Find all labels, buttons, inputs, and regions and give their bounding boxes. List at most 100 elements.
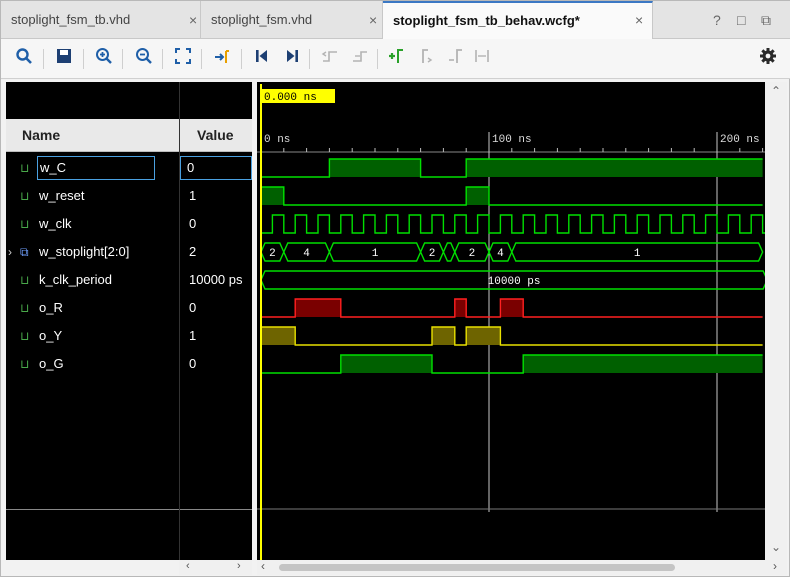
scroll-left-icon[interactable]: ‹ (186, 560, 190, 572)
settings-icon[interactable] (757, 47, 779, 71)
time-label: 200 ns (720, 134, 760, 146)
signal-name: w_clk (39, 216, 72, 231)
tab-label: stoplight_fsm_tb_behav.wcfg* (393, 13, 580, 28)
signal-name: o_Y (39, 328, 63, 343)
signal-row[interactable]: ⊔ o_R (6, 294, 179, 322)
go-to-cursor-icon[interactable] (211, 47, 233, 71)
cursor-time-label: 0.000 ns (264, 92, 317, 104)
bus-value-label: 4 (303, 248, 310, 260)
chevron-right-icon[interactable]: › (8, 238, 12, 266)
maximize-icon[interactable]: □ (737, 1, 745, 39)
value-column-header[interactable]: Value (180, 119, 252, 152)
wave-o_R-high-fill (454, 299, 467, 317)
time-label: 0 ns (264, 134, 290, 146)
logic-signal-icon: ⊔ (20, 217, 30, 231)
signal-value: 0 (180, 156, 252, 180)
close-icon[interactable]: × (189, 1, 197, 39)
signal-name-pane: Name ⊔ w_C ⊔ w_reset ⊔ w_clk › ⧉ w_stoplight[2:0… (6, 82, 179, 560)
waveform-window: stoplight_fsm_tb.vhd × stoplight_fsm.vhd… (0, 0, 790, 577)
scroll-down-icon[interactable]: ⌄ (771, 540, 781, 554)
wave-o_Y-high-fill (261, 327, 296, 345)
tab-label: stoplight_fsm_tb.vhd (11, 12, 131, 27)
bus-segment (442, 242, 456, 262)
wave-w_clk (261, 214, 768, 234)
output-signal-icon: ⊔ (20, 329, 30, 343)
scroll-right-icon[interactable]: › (237, 560, 241, 572)
close-icon[interactable]: × (635, 3, 643, 38)
bus-value-label: 2 (469, 248, 476, 260)
wave-o_G-high-fill (523, 355, 763, 373)
tab-stoplight-fsm-vhd[interactable]: stoplight_fsm.vhd × (201, 1, 383, 39)
signal-row[interactable]: ⊔ w_C (6, 154, 179, 182)
horizontal-scrollbar[interactable]: ‹ › (257, 559, 787, 575)
signal-value: 1 (189, 188, 197, 203)
bus-value-label: 4 (497, 248, 504, 260)
signal-row[interactable]: ⊔ k_clk_period (6, 266, 179, 294)
previous-transition-icon[interactable] (319, 47, 341, 71)
swap-cursors-icon[interactable] (471, 47, 493, 71)
wave-o_Y-high-fill (466, 327, 501, 345)
scrollbar-thumb[interactable] (279, 564, 675, 571)
next-marker-icon[interactable] (445, 47, 467, 71)
output-signal-icon: ⊔ (20, 301, 30, 315)
scroll-up-icon[interactable]: ⌃ (771, 84, 781, 98)
tab-stoplight-fsm-tb-behav-wcfg[interactable]: stoplight_fsm_tb_behav.wcfg* × (383, 1, 653, 40)
signal-value-pane: Value 0 1 0 2 10000 ps 0 1 0 (179, 82, 252, 560)
vertical-scrollbar[interactable]: ⌃ ⌄ (765, 82, 787, 560)
wave-w_C-high-fill (329, 159, 421, 177)
zoom-fit-icon[interactable] (172, 47, 194, 71)
bus-value-label: 1 (372, 248, 379, 260)
waveform-pane[interactable]: 0 ns 100 ns 200 ns 0.000 ns 2 4 1 2 2 4 1 10000 ps (257, 82, 768, 560)
wave-w_reset (261, 186, 763, 206)
bus-value-label: 2 (269, 248, 276, 260)
constant-icon: ⊔ (20, 273, 30, 287)
waveform-canvas[interactable]: 0 ns 100 ns 200 ns 0.000 ns 2 4 1 2 2 4 1 10000 ps (257, 82, 768, 560)
save-icon[interactable] (53, 47, 75, 71)
search-icon[interactable] (13, 47, 35, 71)
wave-o_Y (261, 326, 763, 346)
add-marker-icon[interactable] (385, 47, 407, 71)
signal-value: 0 (189, 216, 197, 231)
wave-o_R-high-fill (500, 299, 524, 317)
signal-row[interactable]: ⊔ w_clk (6, 210, 179, 238)
help-icon[interactable]: ? (713, 1, 721, 39)
wave-o_G-high-fill (340, 355, 432, 373)
logic-signal-icon: ⊔ (20, 189, 30, 203)
close-icon[interactable]: × (369, 1, 377, 39)
time-label: 100 ns (492, 134, 532, 146)
go-to-start-icon[interactable] (251, 47, 273, 71)
scroll-right-icon[interactable]: › (773, 559, 777, 573)
signal-row[interactable]: ⊔ o_Y (6, 322, 179, 350)
go-to-end-icon[interactable] (281, 47, 303, 71)
signal-row[interactable]: ⊔ o_G (6, 350, 179, 378)
tab-stoplight-fsm-tb-vhd[interactable]: stoplight_fsm_tb.vhd × (1, 1, 201, 39)
bus-signal-icon: ⧉ (20, 245, 29, 259)
bus-value-label: 2 (429, 248, 436, 260)
signal-value: 2 (189, 244, 197, 259)
restore-icon[interactable]: ⧉ (761, 1, 771, 39)
signal-value: 1 (189, 328, 197, 343)
output-signal-icon: ⊔ (20, 357, 30, 371)
signal-name: k_clk_period (39, 272, 112, 287)
scroll-left-icon[interactable]: ‹ (261, 559, 265, 573)
signal-value: 10000 ps (189, 272, 243, 287)
signal-value: 0 (189, 356, 197, 371)
zoom-in-icon[interactable] (93, 47, 115, 71)
name-column-header[interactable]: Name (6, 119, 179, 152)
signal-row[interactable]: ⊔ w_reset (6, 182, 179, 210)
tab-label: stoplight_fsm.vhd (211, 12, 313, 27)
wave-w_C-high-fill (466, 159, 763, 177)
bus-value-label: 1 (634, 248, 641, 260)
signal-name: w_C (37, 156, 155, 180)
constant-value-label: 10000 ps (488, 276, 541, 288)
tab-bar: stoplight_fsm_tb.vhd × stoplight_fsm.vhd… (1, 1, 790, 40)
previous-marker-icon[interactable] (417, 47, 439, 71)
wave-w_reset-high-fill (261, 187, 284, 205)
logic-signal-icon: ⊔ (20, 161, 30, 175)
next-transition-icon[interactable] (349, 47, 371, 71)
signal-name: o_R (39, 300, 63, 315)
zoom-out-icon[interactable] (133, 47, 155, 71)
wave-w_reset-high-fill (466, 187, 489, 205)
value-pane-scrollbar[interactable]: ‹ › (179, 560, 252, 575)
signal-row[interactable]: › ⧉ w_stoplight[2:0] (6, 238, 179, 266)
